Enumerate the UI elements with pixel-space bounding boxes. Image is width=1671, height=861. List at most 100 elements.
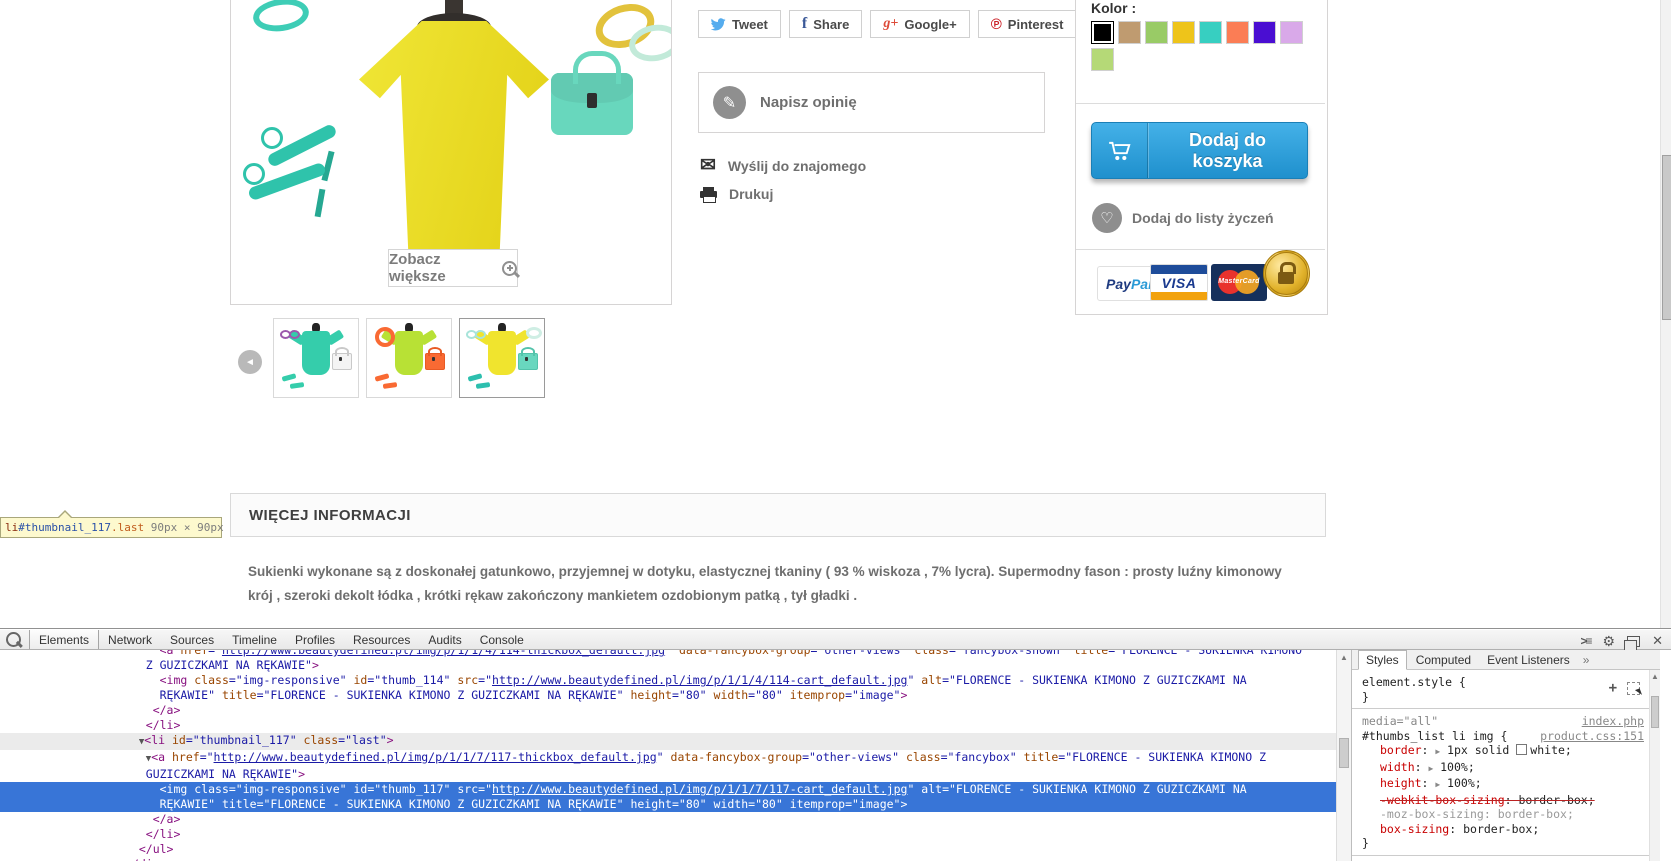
devtools-tab-network[interactable]: Network (99, 630, 161, 649)
css-property-name: border (1380, 743, 1422, 757)
color-swatch[interactable] (1145, 21, 1168, 44)
scroll-up-icon[interactable]: ▲ (1651, 672, 1659, 681)
gear-icon[interactable]: ⚙ (1603, 634, 1616, 648)
styles-scrollbar-thumb[interactable] (1651, 696, 1659, 728)
dom-tree-line[interactable]: GUZICZKAMI NA RĘKAWIE"> (0, 767, 1336, 782)
page-scrollbar[interactable] (1660, 0, 1671, 628)
thumb-bag-art (335, 347, 349, 356)
styles-rules[interactable]: element.style {+} media="all" index.php #th… (1352, 670, 1660, 861)
color-swatch[interactable] (1091, 21, 1114, 44)
thumbnail-item[interactable] (273, 318, 359, 398)
css-property-name: -webkit-box-sizing (1380, 792, 1505, 807)
thumbnail-item[interactable] (366, 318, 452, 398)
color-swatch-chip[interactable] (1516, 744, 1528, 755)
carousel-prev-button[interactable]: ◄ (238, 350, 262, 374)
styles-sidebar: Styles Computed Event Listeners» element.s… (1352, 650, 1660, 861)
sidebar-tab-computed[interactable]: Computed (1409, 651, 1478, 669)
new-style-rule-icon[interactable]: + (1609, 681, 1617, 695)
tweet-label: Tweet (732, 16, 768, 32)
css-property-row[interactable]: width: ▶ 100%; (1362, 760, 1660, 777)
dom-tree-line[interactable]: <img class="img-responsive" id="thumb_11… (0, 782, 1336, 797)
page-scrollbar-thumb[interactable] (1662, 155, 1671, 320)
dom-tree-line[interactable]: </li> (0, 827, 1336, 842)
dom-tree-line[interactable]: </div> (0, 857, 1336, 861)
add-to-wishlist-link[interactable]: ♡ Dodaj do listy życzeń (1092, 203, 1274, 233)
facebook-share-button[interactable]: f Share (788, 10, 863, 38)
thumb-shoes-art (374, 373, 390, 382)
send-to-friend-link[interactable]: ✉ Wyślij do znajomego (700, 156, 866, 175)
css-property-row[interactable]: -moz-box-sizing: border-box; (1362, 807, 1660, 822)
dom-tree-line[interactable]: <img class="img-responsive" id="thumb_11… (0, 673, 1336, 688)
styles-scrollbar[interactable]: ▲ (1649, 670, 1660, 861)
view-larger-button[interactable]: Zobacz większe (388, 249, 521, 287)
elements-scrollbar[interactable]: ▲ (1336, 650, 1351, 861)
color-swatch[interactable] (1091, 48, 1114, 71)
rule-selector: #thumbs_list li img { (1362, 728, 1508, 743)
tweet-button[interactable]: Tweet (698, 10, 781, 38)
color-swatch[interactable] (1253, 21, 1276, 44)
tab-overflow-icon[interactable]: » (1579, 653, 1594, 667)
add-to-cart-button[interactable]: Dodaj do koszyka (1091, 122, 1308, 179)
console-drawer-icon[interactable]: >≡ (1581, 634, 1593, 648)
dom-tree-line[interactable]: ▼<li id="thumbnail_117" class="last"> (0, 733, 1336, 750)
write-review-button[interactable]: ✎ Napisz opinię (698, 72, 1045, 133)
elements-scrollbar-thumb[interactable] (1339, 738, 1349, 768)
color-swatch-fill (1094, 24, 1111, 41)
media-query-text: media="all" (1362, 714, 1439, 728)
thumb-shoes-art (467, 373, 483, 382)
more-info-title: WIĘCEJ INFORMACJI (249, 506, 411, 524)
css-property-name: -moz-box-sizing (1380, 807, 1484, 821)
color-swatch[interactable] (1199, 21, 1222, 44)
sidebar-tab-styles[interactable]: Styles (1358, 650, 1407, 670)
devtools-tab-elements[interactable]: Elements (29, 630, 100, 649)
dock-window-icon[interactable] (1624, 635, 1641, 651)
devtools-tab-sources[interactable]: Sources (161, 630, 223, 649)
css-property-row[interactable]: box-sizing: border-box; (1362, 822, 1660, 837)
dom-tree-line[interactable]: RĘKAWIE" title="FLORENCE - SUKIENKA KIMO… (0, 688, 1336, 703)
inspect-search-icon[interactable] (6, 632, 23, 648)
teal-bracelet-art (251, 0, 311, 35)
dom-tree-line[interactable]: RĘKAWIE" title="FLORENCE - SUKIENKA KIMO… (0, 797, 1336, 812)
send-to-friend-label: Wyślij do znajomego (727, 157, 867, 174)
color-swatch[interactable] (1172, 21, 1195, 44)
devtools-tab-console[interactable]: Console (471, 630, 533, 649)
dom-tree-line[interactable]: </li> (0, 718, 1336, 733)
expand-arrow-icon[interactable]: ▶ (1428, 764, 1438, 773)
stylesheet-link[interactable]: product.css:151 (1540, 729, 1644, 744)
pinterest-button[interactable]: ℗ Pinterest (977, 10, 1077, 38)
devtools-tab-timeline[interactable]: Timeline (223, 630, 286, 649)
css-property-row[interactable]: -webkit-box-sizing: border-box; (1362, 793, 1660, 808)
googleplus-icon: g+ (883, 16, 899, 31)
elements-tree[interactable]: <a href="http://www.beautydefined.pl/img… (0, 650, 1336, 861)
dom-tree-line[interactable]: </a> (0, 703, 1336, 718)
write-review-label: Napisz opinię (760, 94, 857, 111)
devtools-tab-audits[interactable]: Audits (419, 630, 470, 649)
sidebar-tab-event-listeners[interactable]: Event Listeners (1480, 651, 1577, 669)
dom-tree-line[interactable]: ▼<a href="http://www.beautydefined.pl/im… (0, 750, 1336, 767)
color-swatch[interactable] (1118, 21, 1141, 44)
expand-arrow-icon[interactable]: ▶ (1435, 780, 1445, 789)
devtools-tab-resources[interactable]: Resources (344, 630, 419, 649)
thumb-shoes-art (475, 382, 491, 389)
googleplus-button[interactable]: g+ Google+ (870, 10, 970, 38)
close-icon[interactable]: ✕ (1652, 633, 1663, 649)
scroll-up-icon[interactable]: ▲ (1340, 653, 1348, 662)
dom-tree-line[interactable]: </a> (0, 812, 1336, 827)
dom-tree-line[interactable]: <a href="http://www.beautydefined.pl/img… (0, 650, 1336, 658)
chevron-left-icon: ◄ (245, 356, 255, 368)
color-swatch[interactable] (1280, 21, 1303, 44)
twitter-icon (711, 17, 726, 30)
devtools-tab-profiles[interactable]: Profiles (286, 630, 344, 649)
element-state-icon[interactable] (1627, 681, 1643, 697)
dom-tree-line[interactable]: Z GUZICZKAMI NA RĘKAWIE"> (0, 658, 1336, 673)
thumbnail-item[interactable] (459, 318, 545, 398)
cursor-icon (1634, 687, 1643, 697)
expand-arrow-icon[interactable]: ▶ (1435, 747, 1445, 756)
css-property-row[interactable]: height: ▶ 100%; (1362, 776, 1660, 793)
css-property-row[interactable]: border: ▶ 1px solid white; (1362, 743, 1660, 760)
print-label: Drukuj (729, 186, 774, 202)
color-swatch[interactable] (1226, 21, 1249, 44)
stylesheet-link[interactable]: index.php (1582, 714, 1644, 729)
dom-tree-line[interactable]: </ul> (0, 842, 1336, 857)
print-link[interactable]: Drukuj (700, 186, 774, 203)
